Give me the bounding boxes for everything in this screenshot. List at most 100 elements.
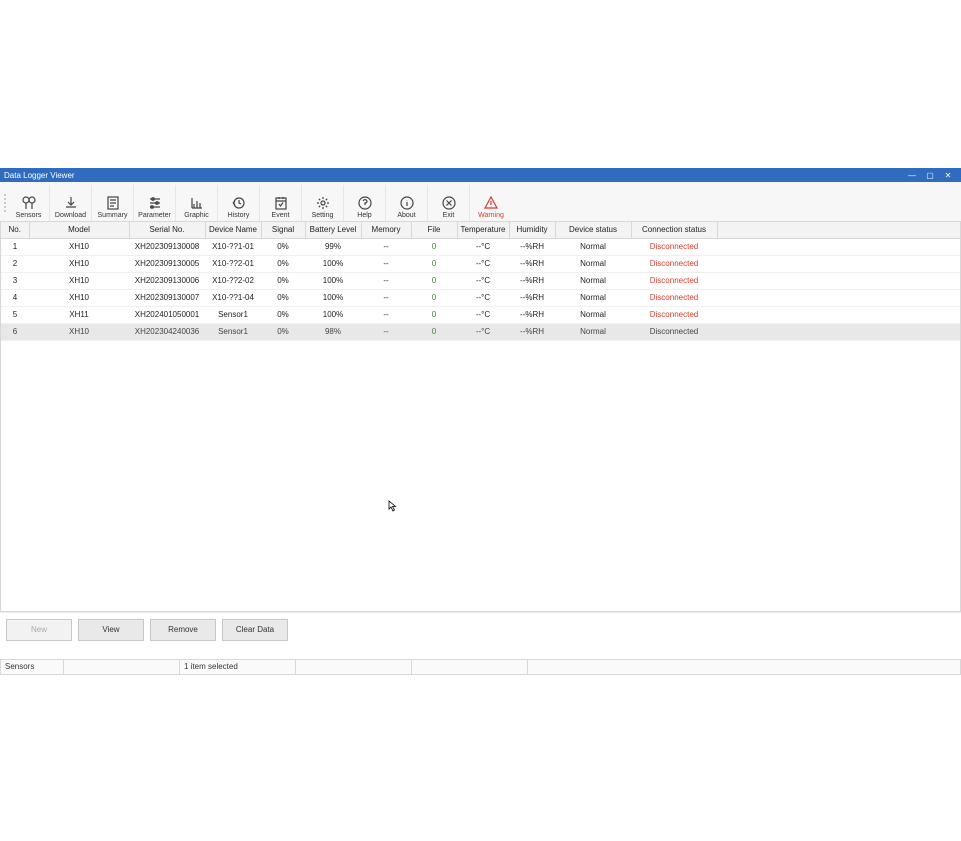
event-toolbar-button[interactable]: Event <box>260 185 302 221</box>
cell-memory: -- <box>361 289 411 306</box>
cell-device: X10-??1-01 <box>205 238 261 255</box>
clear-data-button[interactable]: Clear Data <box>222 619 288 641</box>
summary-icon <box>105 195 121 211</box>
cell-status: Normal <box>555 289 631 306</box>
toolbar-label: Parameter <box>138 212 171 219</box>
warning-toolbar-button[interactable]: Warning <box>470 185 512 221</box>
cell-conn: Disconnected <box>631 306 717 323</box>
setting-icon <box>315 195 331 211</box>
table-row[interactable]: 4XH10XH202309130007X10-??1-040%100%--0--… <box>1 289 960 306</box>
cell-battery: 99% <box>305 238 361 255</box>
toolbar-label: Help <box>357 212 371 219</box>
table-row[interactable]: 3XH10XH202309130006X10-??2-020%100%--0--… <box>1 272 960 289</box>
toolbar: SensorsDownload Summary Parameter Graphic Hi… <box>0 182 961 222</box>
cell-serial: XH202304240036 <box>129 323 205 340</box>
action-bar: New View Remove Clear Data <box>0 612 961 647</box>
sensors-toolbar-button[interactable]: Sensors <box>8 185 50 221</box>
toolbar-label: Setting <box>312 212 334 219</box>
table-header-row: No.ModelSerial No.Device NameSignalBatte… <box>1 222 960 238</box>
grid-empty-area[interactable] <box>1 341 960 611</box>
cell-status: Normal <box>555 238 631 255</box>
table-row[interactable]: 2XH10XH202309130005X10-??2-010%100%--0--… <box>1 255 960 272</box>
cell-serial: XH202309130005 <box>129 255 205 272</box>
column-header[interactable]: No. <box>1 222 29 238</box>
column-header[interactable]: Device status <box>555 222 631 238</box>
column-header[interactable]: Battery Level <box>305 222 361 238</box>
graphic-toolbar-button[interactable]: Graphic <box>176 185 218 221</box>
new-button: New <box>6 619 72 641</box>
cell-no: 3 <box>1 272 29 289</box>
cell-status: Normal <box>555 272 631 289</box>
cell-memory: -- <box>361 255 411 272</box>
table-row[interactable]: 6XH10XH202304240036Sensor10%98%--0--°C--… <box>1 323 960 340</box>
cell-signal: 0% <box>261 255 305 272</box>
toolbar-label: History <box>228 212 250 219</box>
column-header[interactable]: Serial No. <box>129 222 205 238</box>
setting-toolbar-button[interactable]: Setting <box>302 185 344 221</box>
column-header[interactable]: Memory <box>361 222 411 238</box>
cell-model: XH10 <box>29 289 129 306</box>
cell-file: 0 <box>411 323 457 340</box>
cell-device: Sensor1 <box>205 306 261 323</box>
cell-signal: 0% <box>261 306 305 323</box>
cell-no: 6 <box>1 323 29 340</box>
cell-conn: Disconnected <box>631 323 717 340</box>
cell-file: 0 <box>411 306 457 323</box>
event-icon <box>273 195 289 211</box>
cell-file: 0 <box>411 255 457 272</box>
maximize-button[interactable]: ▢ <box>921 171 939 180</box>
column-header[interactable]: Connection status <box>631 222 717 238</box>
cell-serial: XH202309130008 <box>129 238 205 255</box>
cell-temp: --°C <box>457 272 509 289</box>
cell-device: Sensor1 <box>205 323 261 340</box>
cell-conn: Disconnected <box>631 255 717 272</box>
status-empty-4 <box>528 659 961 675</box>
download-toolbar-button[interactable]: Download <box>50 185 92 221</box>
help-toolbar-button[interactable]: Help <box>344 185 386 221</box>
cell-battery: 100% <box>305 255 361 272</box>
status-mode: Sensors <box>0 659 64 675</box>
status-selection: 1 item selected <box>180 659 296 675</box>
column-header[interactable]: Signal <box>261 222 305 238</box>
history-toolbar-button[interactable]: History <box>218 185 260 221</box>
parameter-toolbar-button[interactable]: Parameter <box>134 185 176 221</box>
cell-serial: XH202309130006 <box>129 272 205 289</box>
close-button[interactable]: ✕ <box>939 171 957 180</box>
cell-file: 0 <box>411 238 457 255</box>
summary-toolbar-button[interactable]: Summary <box>92 185 134 221</box>
toolbar-label: Summary <box>98 212 128 219</box>
column-header[interactable]: Model <box>29 222 129 238</box>
cell-status: Normal <box>555 255 631 272</box>
cell-no: 1 <box>1 238 29 255</box>
cell-file: 0 <box>411 272 457 289</box>
column-header[interactable]: File <box>411 222 457 238</box>
cell-temp: --°C <box>457 306 509 323</box>
column-header[interactable]: Humidity <box>509 222 555 238</box>
cell-temp: --°C <box>457 323 509 340</box>
toolbar-label: Graphic <box>184 212 209 219</box>
about-toolbar-button[interactable]: About <box>386 185 428 221</box>
cell-serial: XH202309130007 <box>129 289 205 306</box>
cell-signal: 0% <box>261 272 305 289</box>
view-button[interactable]: View <box>78 619 144 641</box>
exit-icon <box>441 195 457 211</box>
cell-device: X10-??1-04 <box>205 289 261 306</box>
history-icon <box>231 195 247 211</box>
title-bar: Data Logger Viewer — ▢ ✕ <box>0 168 961 182</box>
cell-temp: --°C <box>457 289 509 306</box>
graphic-icon <box>189 195 205 211</box>
column-header[interactable]: Temperature <box>457 222 509 238</box>
exit-toolbar-button[interactable]: Exit <box>428 185 470 221</box>
remove-button[interactable]: Remove <box>150 619 216 641</box>
cell-memory: -- <box>361 306 411 323</box>
minimize-button[interactable]: — <box>903 171 921 180</box>
sensors-icon <box>21 195 37 211</box>
column-header[interactable]: Device Name <box>205 222 261 238</box>
cell-battery: 100% <box>305 289 361 306</box>
table-row[interactable]: 5XH11XH202401050001Sensor10%100%--0--°C-… <box>1 306 960 323</box>
parameter-icon <box>147 195 163 211</box>
cell-humid: --%RH <box>509 306 555 323</box>
cell-status: Normal <box>555 306 631 323</box>
warning-icon <box>483 195 499 211</box>
table-row[interactable]: 1XH10XH202309130008X10-??1-010%99%--0--°… <box>1 238 960 255</box>
